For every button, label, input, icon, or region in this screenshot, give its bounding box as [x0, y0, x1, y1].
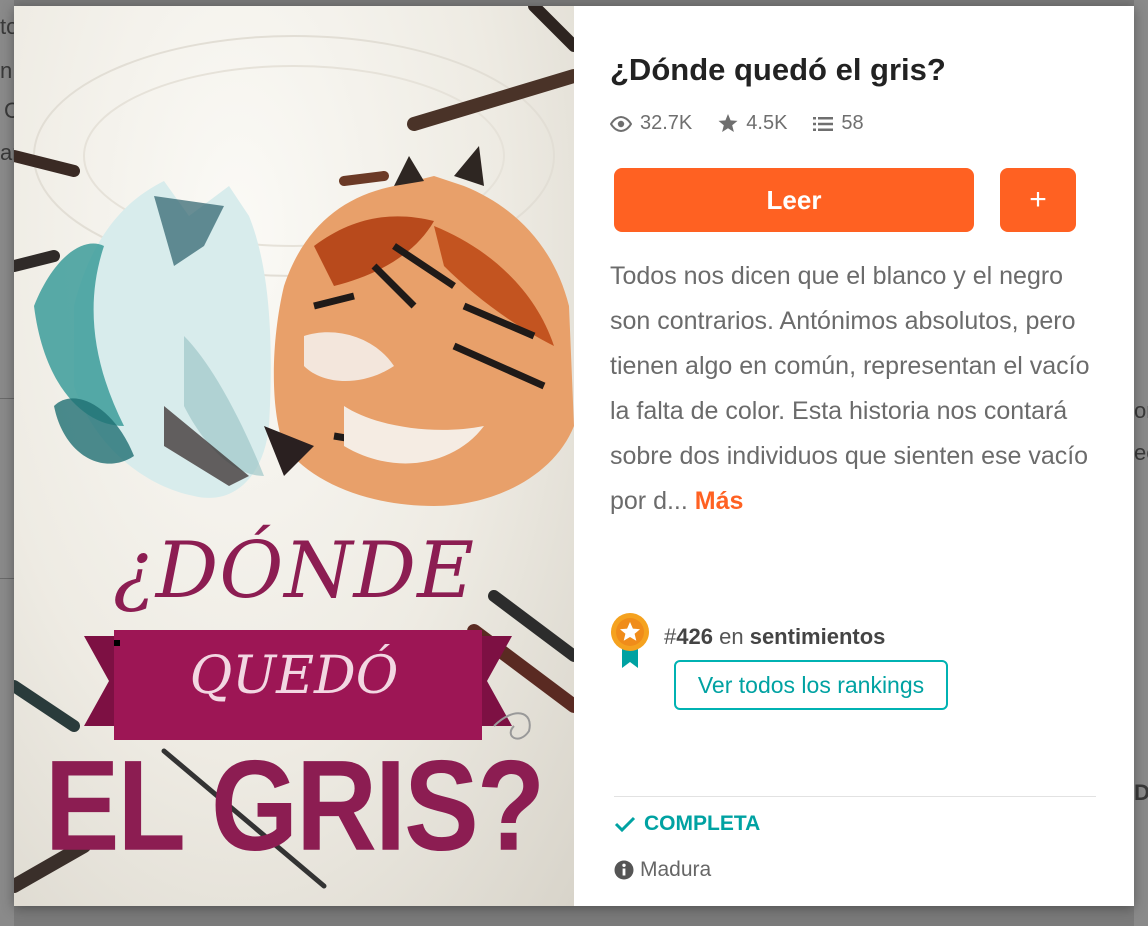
star-icon — [718, 114, 738, 132]
story-description: Todos nos dicen que el blanco y el negro… — [610, 254, 1110, 524]
rank-category[interactable]: sentimientos — [750, 624, 886, 649]
background-text: ec — [1134, 440, 1148, 465]
background-divider — [0, 398, 14, 399]
background-text: D — [1134, 780, 1148, 805]
story-stats: 32.7K 4.5K 58 — [610, 112, 890, 135]
rank-number: 426 — [676, 624, 713, 649]
background-text: or — [1134, 398, 1148, 423]
story-title: ¿Dónde quedó el gris? — [610, 52, 946, 87]
description-text: Todos nos dicen que el blanco y el negro… — [610, 262, 1090, 515]
add-to-library-button[interactable]: + — [1000, 168, 1076, 232]
cover-title-line-3: EL GRIS? — [44, 733, 545, 878]
story-info-panel: ¿Dónde quedó el gris? 32.7K 4.5K 58 Leer… — [574, 6, 1134, 906]
eye-icon — [610, 115, 632, 132]
view-all-rankings-button[interactable]: Ver todos los rankings — [674, 660, 948, 710]
story-preview-modal: ¿DÓNDE QUEDÓ EL GRIS? ¿Dónde quedó el gr… — [14, 6, 1134, 906]
info-icon — [614, 860, 634, 880]
story-cover-image: ¿DÓNDE QUEDÓ EL GRIS? — [14, 6, 574, 906]
content-rating: Madura — [614, 858, 711, 882]
background-divider — [0, 578, 14, 579]
rank-hash: # — [664, 624, 677, 649]
background-text: n — [0, 58, 13, 83]
section-divider — [614, 796, 1096, 797]
reads-stat: 32.7K — [610, 112, 692, 135]
more-link[interactable]: Más — [695, 487, 744, 515]
cover-title-line-2: QUEDÓ — [189, 646, 399, 706]
read-button[interactable]: Leer — [614, 168, 974, 232]
background-left-strip — [0, 0, 14, 926]
cover-title-line-1: ¿DÓNDE — [112, 526, 476, 616]
list-icon — [813, 116, 834, 131]
votes-count: 4.5K — [746, 112, 788, 134]
reads-count: 32.7K — [640, 112, 693, 134]
parts-count: 58 — [841, 112, 864, 134]
rank-in: en — [719, 624, 744, 649]
rating-label: Madura — [640, 858, 712, 881]
ribbon-badge-icon — [611, 613, 649, 668]
parts-stat: 58 — [813, 112, 864, 135]
votes-stat: 4.5K — [718, 112, 787, 135]
completion-status: COMPLETA — [614, 812, 760, 836]
ranking-section: #426 en sentimientos — [610, 610, 885, 674]
ranking-text: #426 en sentimientos — [664, 624, 885, 650]
status-label: COMPLETA — [644, 812, 761, 835]
check-icon — [614, 816, 636, 833]
